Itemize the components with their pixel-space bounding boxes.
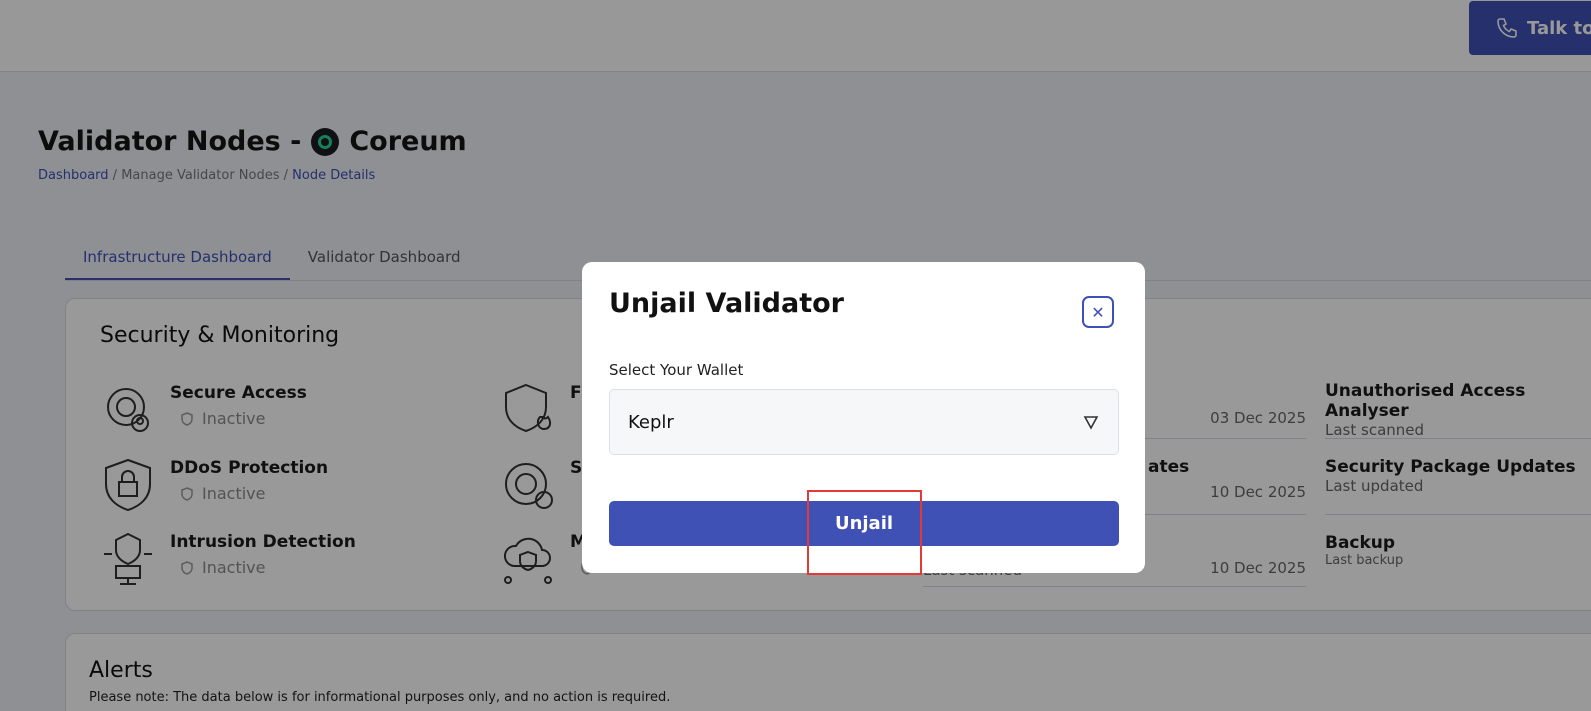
highlight-box: [807, 490, 922, 575]
modal-title: Unjail Validator: [609, 288, 844, 319]
wallet-select-value: Keplr: [628, 411, 674, 433]
wallet-field-label: Select Your Wallet: [609, 361, 744, 379]
chevron-down-icon: [1083, 416, 1099, 430]
wallet-select[interactable]: Keplr: [609, 389, 1119, 455]
close-icon[interactable]: ✕: [1082, 296, 1114, 328]
